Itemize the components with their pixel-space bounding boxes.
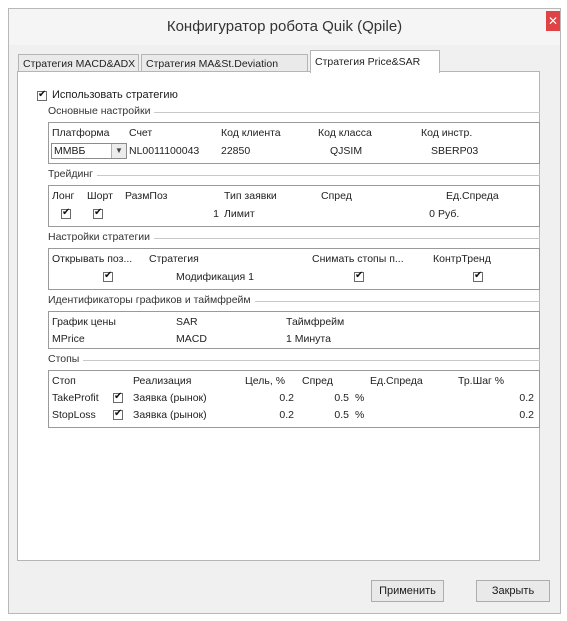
header-spread-unit: Ед.Спреда: [446, 190, 499, 202]
long-checkbox[interactable]: [61, 207, 71, 219]
identifiers-title: Идентификаторы графиков и таймфрейм: [48, 294, 251, 306]
strategy-value[interactable]: Модификация 1: [176, 271, 254, 283]
takeprofit-checkbox[interactable]: [113, 391, 123, 403]
header-strategy: Стратегия: [149, 253, 199, 265]
header-timeframe: Таймфрейм: [286, 316, 345, 328]
apply-button[interactable]: Применить: [371, 580, 444, 602]
stops-title: Стопы: [48, 353, 80, 365]
short-checkbox[interactable]: [93, 207, 103, 219]
header-client-code: Код клиента: [221, 127, 281, 139]
header-class-code: Код класса: [318, 127, 372, 139]
title-bar: Конфигуратор робота Quik (Qpile) ✕: [9, 9, 560, 45]
stops-grid: Стоп Реализация Цель, % Спред Ед.Спреда …: [48, 370, 540, 428]
stoploss-realization[interactable]: Заявка (рынок): [133, 409, 207, 421]
group-divider: [255, 301, 540, 302]
group-divider: [154, 112, 540, 113]
header-stops-spread: Спред: [302, 375, 333, 387]
stoploss-checkbox[interactable]: [113, 408, 123, 420]
header-order-type: Тип заявки: [224, 190, 277, 202]
stop-name-stoploss: StopLoss: [52, 409, 96, 421]
group-divider: [83, 360, 540, 361]
account-value[interactable]: NL0011100043: [129, 145, 199, 157]
window-title: Конфигуратор робота Quik (Qpile): [166, 18, 403, 35]
header-account: Счет: [129, 127, 153, 139]
price-chart-value[interactable]: MPrice: [52, 333, 85, 345]
header-long: Лонг: [52, 190, 75, 202]
pos-size-value[interactable]: 1: [169, 208, 219, 220]
tab-price-sar[interactable]: Стратегия Price&SAR: [310, 50, 440, 73]
takeprofit-unit[interactable]: %: [355, 392, 364, 404]
stoploss-spread[interactable]: 0.5: [299, 409, 349, 421]
remove-stops-checkbox[interactable]: [354, 270, 364, 282]
close-icon[interactable]: ✕: [546, 11, 560, 31]
header-platform: Платформа: [52, 127, 110, 139]
use-strategy-label: Использовать стратегию: [52, 89, 178, 101]
header-target: Цель, %: [245, 375, 286, 387]
takeprofit-realization[interactable]: Заявка (рынок): [133, 392, 207, 404]
stoploss-unit[interactable]: %: [355, 409, 364, 421]
stoploss-target[interactable]: 0.2: [244, 409, 294, 421]
class-code-value[interactable]: QJSIM: [330, 145, 362, 157]
group-divider: [154, 238, 540, 239]
use-strategy-checkbox[interactable]: [37, 89, 47, 101]
platform-select[interactable]: MMBБ ▼: [51, 143, 127, 159]
chevron-down-icon: ▼: [111, 144, 126, 158]
trading-title: Трейдинг: [48, 168, 93, 180]
strategy-settings-grid: Открывать поз... Стратегия Снимать стопы…: [48, 248, 540, 290]
strategy-settings-title: Настройки стратегии: [48, 231, 151, 243]
tab-ma-stdev[interactable]: Стратегия MA&St.Deviation: [141, 54, 308, 72]
platform-value: MMBБ: [54, 145, 86, 157]
basic-settings-grid: Платформа Счет Код клиента Код класса Ко…: [48, 122, 540, 164]
identifiers-grid: График цены SAR Таймфрейм MPrice MACD 1 …: [48, 311, 540, 349]
header-short: Шорт: [87, 190, 113, 202]
header-spread: Спред: [321, 190, 352, 202]
spread-value[interactable]: 0: [399, 208, 435, 220]
open-pos-checkbox[interactable]: [103, 270, 113, 282]
header-pos-size: РазмПоз: [125, 190, 168, 202]
header-sar: SAR: [176, 316, 198, 328]
group-divider: [97, 175, 540, 176]
stoploss-trail[interactable]: 0.2: [479, 409, 534, 421]
timeframe-value[interactable]: 1 Минута: [286, 333, 331, 345]
takeprofit-spread[interactable]: 0.5: [299, 392, 349, 404]
order-type-value[interactable]: Лимит: [224, 208, 255, 220]
header-realization: Реализация: [133, 375, 192, 387]
takeprofit-trail[interactable]: 0.2: [479, 392, 534, 404]
header-price-chart: График цены: [52, 316, 116, 328]
header-stops-unit: Ед.Спреда: [370, 375, 423, 387]
spread-unit-value[interactable]: Руб.: [438, 208, 459, 220]
close-button[interactable]: Закрыть: [476, 580, 550, 602]
client-code-value[interactable]: 22850: [221, 145, 250, 157]
takeprofit-target[interactable]: 0.2: [244, 392, 294, 404]
instr-code-value[interactable]: SBERP03: [431, 145, 478, 157]
basic-settings-title: Основные настройки: [48, 105, 151, 117]
header-instr-code: Код инстр.: [421, 127, 473, 139]
header-stop: Стоп: [52, 375, 76, 387]
header-trail: Тр.Шаг %: [458, 375, 505, 387]
tab-macd-adx[interactable]: Стратегия MACD&ADX: [18, 54, 139, 72]
counter-trend-checkbox[interactable]: [473, 270, 483, 282]
header-remove-stops: Снимать стопы п...: [312, 253, 404, 265]
sar-value[interactable]: MACD: [176, 333, 207, 345]
trading-grid: Лонг Шорт РазмПоз Тип заявки Спред Ед.Сп…: [48, 185, 540, 227]
strategy-tabs: Стратегия MACD&ADX Стратегия MA&St.Devia…: [18, 50, 538, 73]
header-open-pos: Открывать поз...: [52, 253, 133, 265]
header-counter-trend: КонтрТренд: [433, 253, 491, 265]
stop-name-takeprofit: TakeProfit: [52, 392, 99, 404]
